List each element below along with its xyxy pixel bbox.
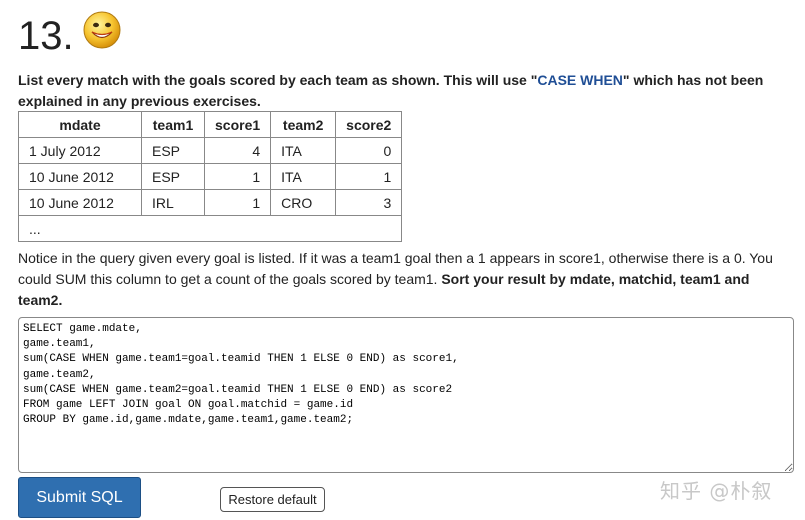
cell-team2: ITA — [270, 137, 337, 164]
cell-mdate: 10 June 2012 — [18, 189, 142, 216]
cell-score2: 1 — [335, 163, 403, 190]
case-when-keyword: CASE WHEN — [537, 72, 623, 88]
cell-score1: 1 — [203, 163, 272, 190]
column-header-team2: team2 — [270, 111, 337, 138]
question-number: 13. — [18, 14, 74, 58]
sample-result-table: mdate team1 score1 team2 score2 1 July 2… — [17, 111, 403, 242]
sql-editor[interactable]: SELECT game.mdate, game.team1, sum(CASE … — [18, 317, 794, 473]
column-header-mdate: mdate — [18, 111, 142, 138]
ellipsis-row: ... — [17, 215, 403, 242]
table-row: 1 July 2012 ESP 4 ITA 0 — [18, 137, 403, 164]
table-row: 10 June 2012 IRL 1 CRO 3 — [18, 189, 403, 216]
zhihu-watermark: 知乎 @朴叙 — [660, 479, 773, 503]
table-header-row: mdate team1 score1 team2 score2 — [18, 111, 403, 138]
cell-team2: CRO — [270, 189, 337, 216]
table-row: ... — [17, 215, 403, 242]
cell-score1: 1 — [203, 189, 272, 216]
question-text: List every match with the goals scored b… — [18, 72, 764, 109]
submit-sql-button[interactable]: Submit SQL — [18, 477, 141, 518]
cell-score2: 3 — [335, 189, 403, 216]
cell-team2: ITA — [270, 163, 337, 190]
column-header-score2: score2 — [335, 111, 403, 138]
cell-team1: ESP — [141, 137, 205, 164]
cell-team1: ESP — [141, 163, 205, 190]
cell-mdate: 1 July 2012 — [18, 137, 142, 164]
column-header-score1: score1 — [203, 111, 272, 138]
table-row: 10 June 2012 ESP 1 ITA 1 — [18, 163, 403, 190]
restore-default-button[interactable]: Restore default — [220, 487, 325, 512]
cell-mdate: 10 June 2012 — [18, 163, 142, 190]
cell-score2: 0 — [335, 137, 403, 164]
column-header-team1: team1 — [141, 111, 205, 138]
cell-team1: IRL — [141, 189, 205, 216]
notice-text: Notice in the query given every goal is … — [18, 250, 773, 308]
smiley-face-icon — [83, 11, 121, 49]
cell-score1: 4 — [203, 137, 272, 164]
question-heading: 13. — [18, 8, 122, 64]
